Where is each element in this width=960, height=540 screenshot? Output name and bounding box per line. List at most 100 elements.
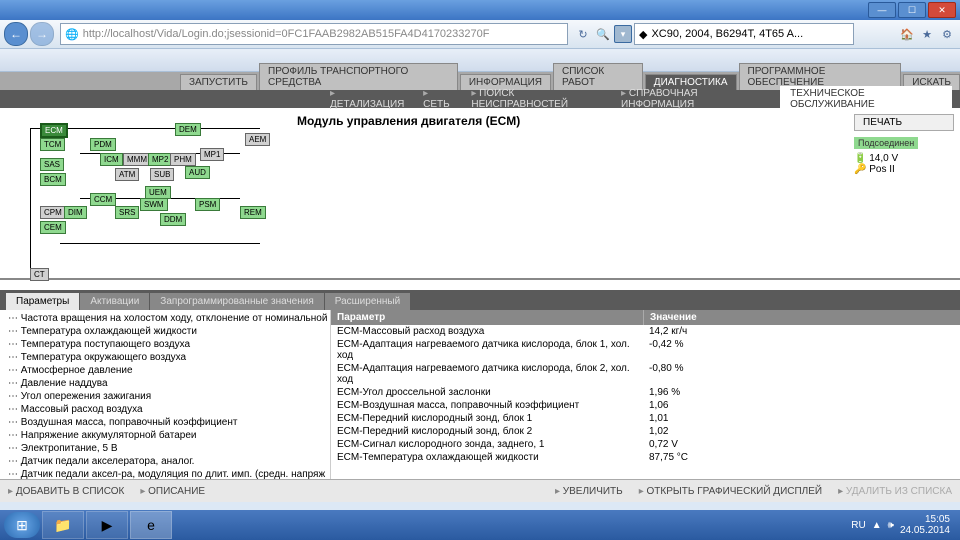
btn-open-graph[interactable]: ОТКРЫТЬ ГРАФИЧЕСКИЙ ДИСПЛЕЙ (639, 486, 822, 497)
taskbar-ie[interactable]: e (130, 511, 172, 539)
ptab-parameters[interactable]: Параметры (6, 293, 79, 310)
node-bcm[interactable]: BCM (40, 173, 66, 186)
node-atm[interactable]: ATM (115, 168, 139, 181)
cell-value: 1,02 (643, 425, 960, 438)
table-row[interactable]: ECM-Массовый расход воздуха14,2 кг/ч (331, 325, 960, 338)
table-row[interactable]: ECM-Адаптация нагреваемого датчика кисло… (331, 338, 960, 362)
system-tray: RU ▲ 🕪 15:05 24.05.2014 (851, 514, 956, 536)
ptab-programmed[interactable]: Запрограммированные значения (150, 293, 323, 310)
table-row[interactable]: ECM-Передний кислородный зонд, блок 21,0… (331, 425, 960, 438)
browser-tab[interactable]: ◆ XC90, 2004, B6294T, 4T65 A... (634, 23, 854, 45)
header-value: Значение (644, 310, 960, 325)
node-uem[interactable]: UEM (145, 186, 171, 199)
close-button[interactable]: ✕ (928, 2, 956, 18)
taskbar-media[interactable]: ▶ (86, 511, 128, 539)
forward-button[interactable]: → (30, 22, 54, 46)
subtab-detail[interactable]: ДЕТАЛИЗАЦИЯ (330, 88, 407, 110)
subtab-reference[interactable]: СПРАВОЧНАЯ ИНФОРМАЦИЯ (621, 88, 764, 110)
list-item[interactable]: Угол опережения зажигания (0, 390, 330, 403)
list-item[interactable]: Частота вращения на холостом ходу, откло… (0, 312, 330, 325)
node-ct[interactable]: CT (30, 268, 49, 281)
tools-icon[interactable]: ⚙ (938, 25, 956, 43)
list-item[interactable]: Давление наддува (0, 377, 330, 390)
list-item[interactable]: Электропитание, 5 В (0, 442, 330, 455)
lang-indicator[interactable]: RU (851, 520, 865, 531)
node-cpm[interactable]: CPM (40, 206, 66, 219)
minimize-button[interactable]: — (868, 2, 896, 18)
back-button[interactable]: ← (4, 22, 28, 46)
table-row[interactable]: ECM-Сигнал кислородного зонда, заднего, … (331, 438, 960, 451)
taskbar-explorer[interactable]: 📁 (42, 511, 84, 539)
parameter-list[interactable]: Частота вращения на холостом ходу, откло… (0, 310, 331, 479)
node-ecm[interactable]: ECM (40, 123, 68, 138)
list-item[interactable]: Атмосферное давление (0, 364, 330, 377)
home-icon[interactable]: 🏠 (898, 25, 916, 43)
node-srs[interactable]: SRS (115, 206, 139, 219)
search-icon[interactable]: 🔍 (594, 25, 612, 43)
maximize-button[interactable]: ☐ (898, 2, 926, 18)
dropdown-icon[interactable]: ▾ (614, 25, 632, 43)
node-icm[interactable]: ICM (100, 153, 123, 166)
node-sub[interactable]: SUB (150, 168, 174, 181)
node-tcm[interactable]: TCM (40, 138, 65, 151)
table-row[interactable]: ECM-Температура охлаждающей жидкости87,7… (331, 451, 960, 464)
btn-zoom[interactable]: УВЕЛИЧИТЬ (555, 486, 623, 497)
list-item[interactable]: Воздушная масса, поправочный коэффициент (0, 416, 330, 429)
list-item[interactable]: Напряжение аккумуляторной батареи (0, 429, 330, 442)
cell-value: 0,72 V (643, 438, 960, 451)
node-rem[interactable]: REM (240, 206, 266, 219)
ptab-activations[interactable]: Активации (80, 293, 149, 310)
start-button[interactable]: ⊞ (4, 512, 40, 538)
address-bar[interactable]: 🌐 http://localhost/Vida/Login.do;jsessio… (60, 23, 568, 45)
list-item[interactable]: Температура охлаждающей жидкости (0, 325, 330, 338)
voltage-value: 14,0 V (869, 153, 898, 164)
window-titlebar: — ☐ ✕ (0, 0, 960, 20)
tray-flag-icon[interactable]: ▲ (872, 520, 882, 531)
module-title: Модуль управления двигателя (ECM) (287, 108, 848, 278)
windows-taskbar: ⊞ 📁 ▶ e RU ▲ 🕪 15:05 24.05.2014 (0, 510, 960, 540)
node-mp1[interactable]: MP1 (200, 148, 224, 161)
connection-status: Подсоединен (854, 137, 918, 149)
table-row[interactable]: ECM-Адаптация нагреваемого датчика кисло… (331, 362, 960, 386)
table-row[interactable]: ECM-Воздушная масса, поправочный коэффиц… (331, 399, 960, 412)
subtab-network[interactable]: СЕТЬ (423, 88, 455, 110)
table-row[interactable]: ECM-Передний кислородный зонд, блок 11,0… (331, 412, 960, 425)
refresh-icon[interactable]: ↻ (574, 25, 592, 43)
list-item[interactable]: Температура поступающего воздуха (0, 338, 330, 351)
node-pdm[interactable]: PDM (90, 138, 116, 151)
clock-time: 15:05 (900, 514, 950, 525)
globe-icon: 🌐 (65, 28, 79, 41)
table-row[interactable]: ECM-Угол дроссельной заслонки1,96 % (331, 386, 960, 399)
node-sas[interactable]: SAS (40, 158, 64, 171)
btn-add-to-list[interactable]: ДОБАВИТЬ В СПИСОК (8, 486, 124, 497)
node-swm[interactable]: SWM (140, 198, 168, 211)
bottom-toolbar: ДОБАВИТЬ В СПИСОК ОПИСАНИЕ УВЕЛИЧИТЬ ОТК… (0, 479, 960, 502)
tray-network-icon[interactable]: 🕪 (888, 520, 894, 531)
list-item[interactable]: Массовый расход воздуха (0, 403, 330, 416)
btn-description[interactable]: ОПИСАНИЕ (140, 486, 205, 497)
node-mp2[interactable]: MP2 (148, 153, 172, 166)
tab-worklist[interactable]: СПИСОК РАБОТ (553, 63, 643, 90)
node-ccm[interactable]: CCM (90, 193, 116, 206)
node-cem[interactable]: CEM (40, 221, 66, 234)
list-item[interactable]: Температура окружающего воздуха (0, 351, 330, 364)
cell-value: 14,2 кг/ч (643, 325, 960, 338)
node-dem[interactable]: DEM (175, 123, 201, 136)
node-aem[interactable]: AEM (245, 133, 270, 146)
tab-launch[interactable]: ЗАПУСТИТЬ (180, 74, 257, 90)
node-aud[interactable]: AUD (185, 166, 210, 179)
list-item[interactable]: Датчик педали аксел-ра, модуляция по дли… (0, 468, 330, 479)
print-button[interactable]: ПЕЧАТЬ (854, 114, 954, 131)
list-item[interactable]: Датчик педали акселератора, аналог. (0, 455, 330, 468)
node-psm[interactable]: PSM (195, 198, 220, 211)
favorites-icon[interactable]: ★ (918, 25, 936, 43)
subtab-faults[interactable]: ПОИСК НЕИСПРАВНОСТЕЙ (471, 88, 605, 110)
ptab-advanced[interactable]: Расширенный (325, 293, 410, 310)
node-ddm[interactable]: DDM (160, 213, 186, 226)
node-mmm[interactable]: MMM (123, 153, 151, 166)
cell-value: 1,96 % (643, 386, 960, 399)
clock-date: 24.05.2014 (900, 525, 950, 536)
node-phm[interactable]: PHM (170, 153, 196, 166)
node-dim[interactable]: DIM (64, 206, 87, 219)
tab-profile[interactable]: ПРОФИЛЬ ТРАНСПОРТНОГО СРЕДСТВА (259, 63, 458, 90)
